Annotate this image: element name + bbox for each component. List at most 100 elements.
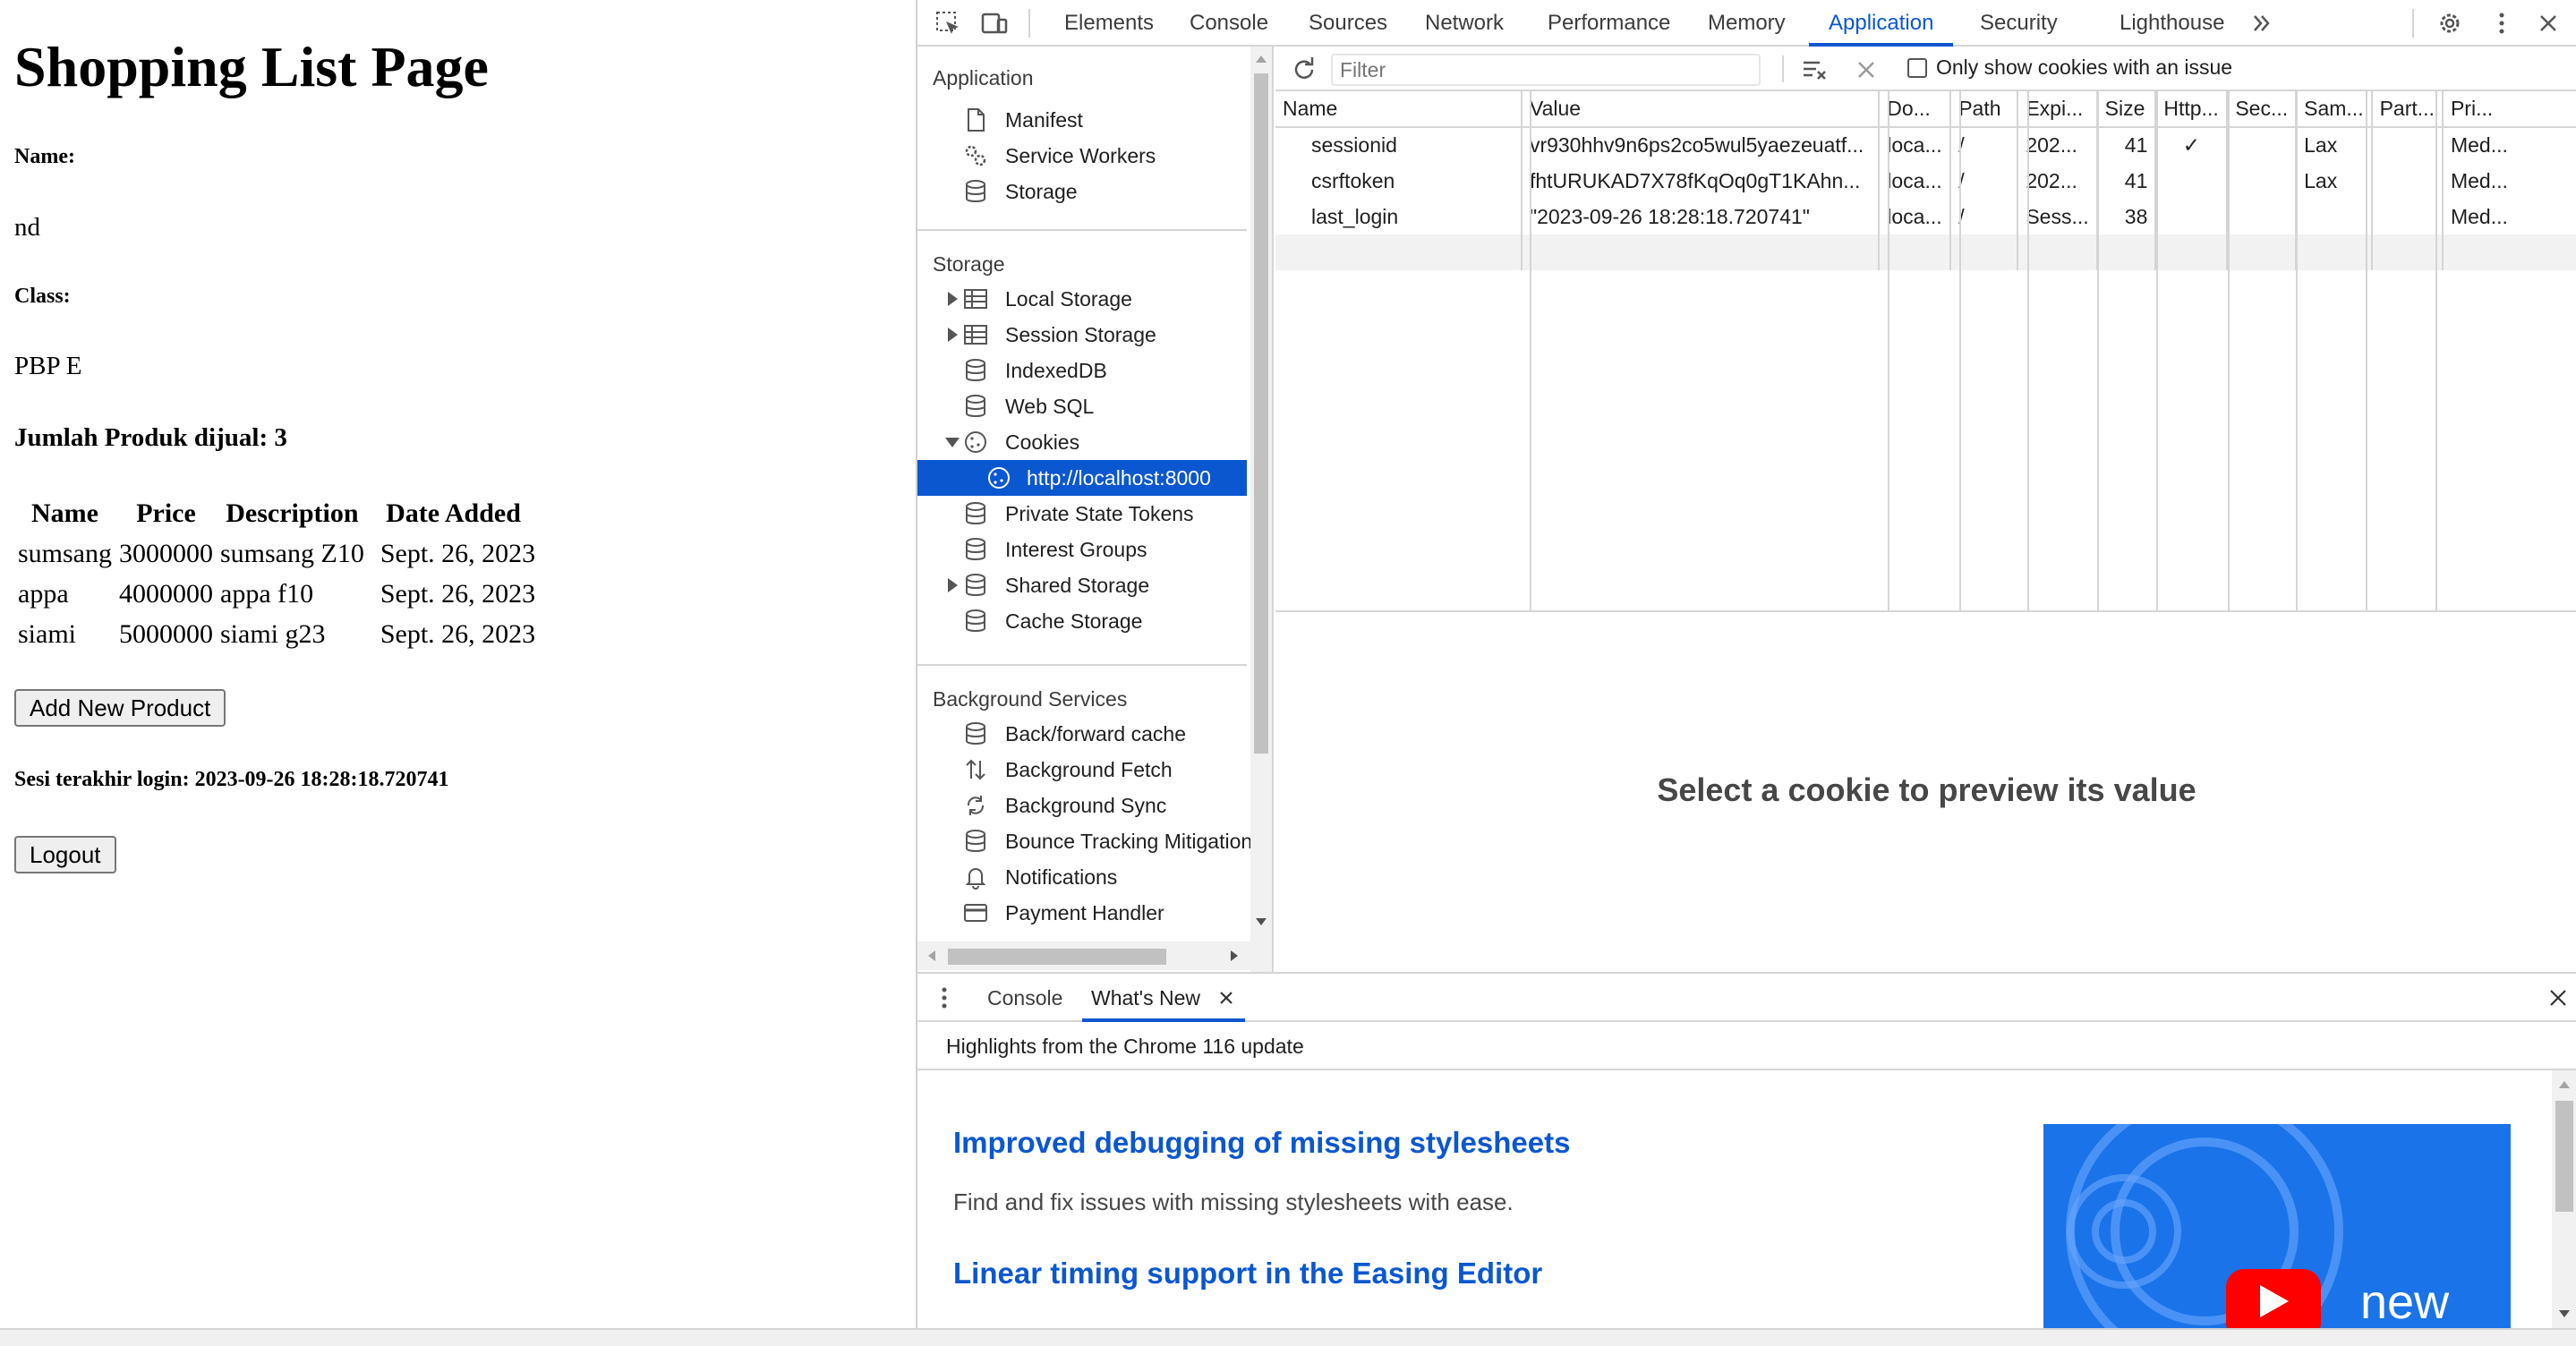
- col-size[interactable]: Size: [2096, 91, 2157, 128]
- col-domain[interactable]: Do...: [1879, 91, 1952, 128]
- cookie-pane: Only show cookies with an issue: [1275, 47, 2576, 972]
- delete-selected-icon[interactable]: [1854, 57, 1879, 82]
- product-price: 4000000: [119, 578, 213, 609]
- sidebar-item-interest-groups[interactable]: Interest Groups: [917, 532, 1247, 567]
- scrollbar-thumb[interactable]: [1254, 73, 1268, 754]
- scroll-up-arrow-icon[interactable]: [1256, 54, 1267, 63]
- sidebar-item-label: Web SQL: [1005, 395, 1095, 418]
- table-icon: [964, 289, 987, 309]
- close-devtools-icon[interactable]: [2534, 9, 2563, 38]
- only-issues-checkbox[interactable]: Only show cookies with an issue: [1907, 55, 2232, 80]
- scroll-down-arrow-icon[interactable]: [1256, 918, 1267, 927]
- sidebar-item-service-workers[interactable]: Service Workers: [917, 138, 1247, 174]
- close-drawer-icon[interactable]: [2548, 988, 2568, 1008]
- sidebar-item-private-state-tokens[interactable]: Private State Tokens: [917, 496, 1247, 532]
- cookie-secure: [2227, 163, 2298, 199]
- tab-security[interactable]: Security: [1971, 0, 2067, 47]
- col-expires[interactable]: Expi...: [2017, 91, 2098, 128]
- cookie-filter-input[interactable]: [1331, 54, 1761, 86]
- sidebar-item-indexeddb[interactable]: IndexedDB: [917, 353, 1247, 388]
- sidebar-item-payment-handler[interactable]: Payment Handler: [917, 895, 1247, 931]
- sidebar-item-storage[interactable]: Storage: [917, 174, 1247, 209]
- section-divider: [917, 229, 1247, 231]
- cookie-row[interactable]: sessionid vr930hhv9n6ps2co5wul5yaezeuatf…: [1275, 127, 2576, 163]
- tab-lighthouse[interactable]: Lighthouse: [2111, 0, 2233, 47]
- close-tab-icon[interactable]: [1218, 990, 1234, 1006]
- scrollbar-thumb[interactable]: [948, 949, 1166, 965]
- scroll-right-arrow-icon[interactable]: [1231, 950, 1240, 961]
- cookie-expires: Sess...: [2017, 199, 2098, 234]
- drawer-tab-console[interactable]: Console: [978, 974, 1071, 1022]
- collapse-arrow-icon[interactable]: [945, 438, 960, 447]
- expand-arrow-icon[interactable]: [948, 328, 958, 342]
- add-new-product-button[interactable]: Add New Product: [14, 689, 226, 727]
- col-secure[interactable]: Sec...: [2227, 91, 2298, 128]
- kebab-menu-icon[interactable]: [2487, 9, 2516, 38]
- drawer-tab-whats-new[interactable]: What's New: [1082, 974, 1245, 1022]
- sidebar-item-cookies-localhost[interactable]: http://localhost:8000: [917, 460, 1247, 496]
- sidebar-item-manifest[interactable]: Manifest: [917, 102, 1247, 138]
- col-value[interactable]: Value: [1521, 91, 1881, 128]
- sidebar-item-notifications[interactable]: Notifications: [917, 859, 1247, 895]
- sidebar-item-session-storage[interactable]: Session Storage: [917, 317, 1247, 353]
- sidebar-item-label: IndexedDB: [1005, 359, 1107, 382]
- whats-new-video-thumbnail[interactable]: new: [2043, 1124, 2511, 1328]
- youtube-play-icon[interactable]: [2226, 1269, 2321, 1328]
- sidebar-item-cookies[interactable]: Cookies: [917, 424, 1247, 460]
- refresh-icon[interactable]: [1290, 55, 1318, 84]
- col-httponly[interactable]: Http...: [2155, 91, 2229, 128]
- cookie-priority: Med...: [2450, 204, 2508, 228]
- tab-memory[interactable]: Memory: [1699, 0, 1795, 47]
- sidebar-item-label: Payment Handler: [1005, 901, 1164, 924]
- col-partition[interactable]: Part...: [2371, 91, 2444, 128]
- checkbox-box[interactable]: [1907, 58, 1927, 78]
- last-login-text: Sesi terakhir login: 2023-09-26 18:28:18…: [14, 768, 449, 791]
- sidebar-vertical-scrollbar[interactable]: [1250, 47, 1272, 972]
- tab-console[interactable]: Console: [1181, 0, 1277, 47]
- sidebar-item-label: Notifications: [1005, 865, 1118, 889]
- cookie-row[interactable]: last_login "2023-09-26 18:28:18.720741" …: [1275, 199, 2576, 234]
- col-path[interactable]: Path: [1950, 91, 2019, 128]
- database-icon: [966, 502, 985, 524]
- settings-gear-icon[interactable]: [2435, 9, 2464, 38]
- sidebar-item-label: Session Storage: [1005, 323, 1156, 346]
- sidebar-item-shared-storage[interactable]: Shared Storage: [917, 567, 1247, 603]
- cookie-row[interactable]: csrftoken fhtURUKAD7X78fKqOq0gT1KAhn... …: [1275, 163, 2576, 199]
- product-description: appa f10: [220, 578, 314, 609]
- sidebar-horizontal-scrollbar[interactable]: [917, 941, 1250, 970]
- cookie-domain: loca...: [1879, 163, 1952, 199]
- sidebar-item-bounce-tracking[interactable]: Bounce Tracking Mitigations: [917, 823, 1263, 859]
- sidebar-item-background-fetch[interactable]: Background Fetch: [917, 752, 1247, 788]
- drawer-vertical-scrollbar[interactable]: [2552, 1070, 2576, 1330]
- tab-application[interactable]: Application: [1809, 0, 1954, 47]
- sidebar-item-cache-storage[interactable]: Cache Storage: [917, 603, 1247, 639]
- tab-performance[interactable]: Performance: [1539, 0, 1679, 47]
- sidebar-item-background-sync[interactable]: Background Sync: [917, 788, 1247, 823]
- sidebar-item-web-sql[interactable]: Web SQL: [917, 388, 1247, 424]
- sidebar-item-local-storage[interactable]: Local Storage: [917, 281, 1247, 317]
- drawer-menu-icon[interactable]: [935, 984, 953, 1011]
- scroll-down-arrow-icon[interactable]: [2559, 1310, 2570, 1319]
- scrollbar-thumb[interactable]: [2555, 1101, 2573, 1212]
- whats-new-heading-link[interactable]: Improved debugging of missing stylesheet…: [953, 1126, 1570, 1160]
- col-priority[interactable]: Pri...: [2442, 91, 2576, 128]
- expand-arrow-icon[interactable]: [948, 578, 958, 592]
- tab-sources[interactable]: Sources: [1300, 0, 1396, 47]
- tab-network[interactable]: Network: [1416, 0, 1513, 47]
- cookie-grid: Name Value Do... Path Expi... Size Http.…: [1275, 91, 2576, 612]
- device-toolbar-icon[interactable]: [980, 9, 1009, 38]
- col-name[interactable]: Name: [1275, 91, 1523, 128]
- tab-elements[interactable]: Elements: [1055, 0, 1163, 47]
- whats-new-heading-link[interactable]: Linear timing support in the Easing Edit…: [953, 1257, 1542, 1291]
- scroll-left-arrow-icon[interactable]: [926, 950, 935, 961]
- inspect-element-icon[interactable]: [934, 9, 962, 38]
- expand-arrow-icon[interactable]: [948, 292, 958, 306]
- sidebar-item-back-forward-cache[interactable]: Back/forward cache: [917, 716, 1247, 752]
- scroll-up-arrow-icon[interactable]: [2559, 1079, 2570, 1088]
- logout-button[interactable]: Logout: [14, 836, 116, 873]
- database-icon: [966, 395, 985, 417]
- col-samesite[interactable]: Sam...: [2296, 91, 2373, 128]
- clear-filtered-cookies-icon[interactable]: [1800, 55, 1829, 84]
- more-tabs-icon[interactable]: [2249, 11, 2274, 36]
- product-price: 5000000: [119, 618, 213, 649]
